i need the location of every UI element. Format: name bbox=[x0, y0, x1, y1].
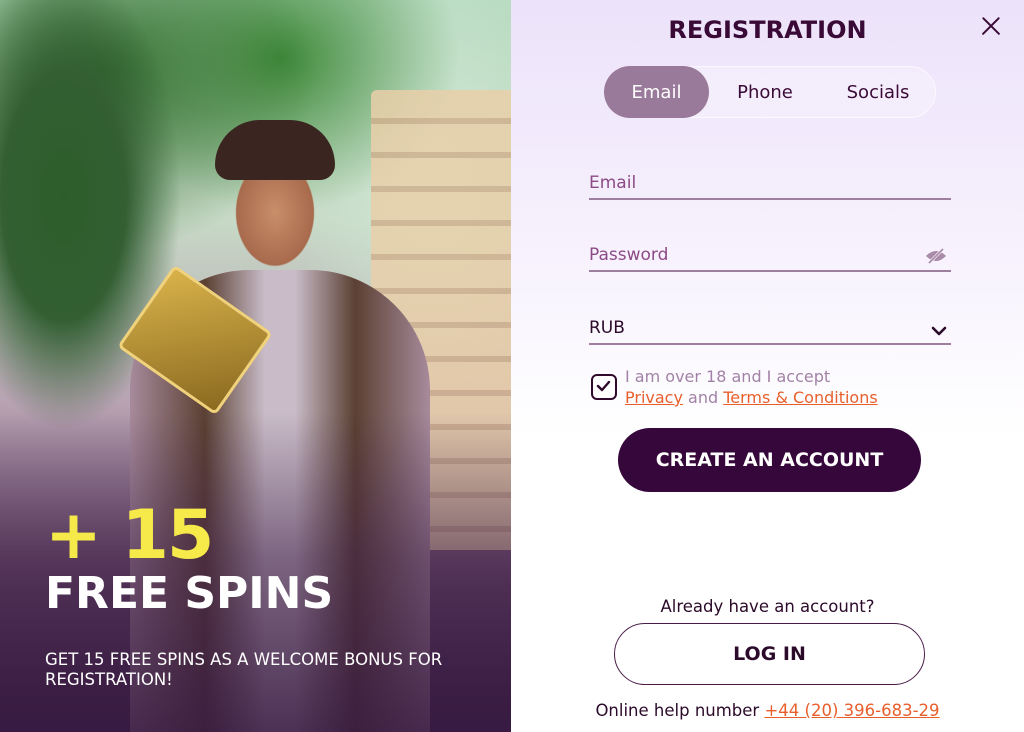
email-field bbox=[589, 164, 951, 200]
password-input[interactable] bbox=[589, 245, 951, 265]
bonus-amount: + 15 bbox=[45, 496, 214, 575]
currency-select[interactable]: RUB bbox=[589, 309, 951, 345]
bonus-description: GET 15 FREE SPINS AS A WELCOME BONUS FOR… bbox=[45, 650, 443, 689]
consent-text: I am over 18 and I accept Privacy and Te… bbox=[625, 367, 878, 407]
eye-slash-icon[interactable] bbox=[925, 247, 947, 265]
log-in-button[interactable]: LOG IN bbox=[614, 623, 925, 685]
help-label: Online help number bbox=[595, 701, 760, 720]
registration-panel: REGISTRATION Email Phone Socials RUB bbox=[511, 0, 1024, 732]
bonus-title: FREE SPINS bbox=[45, 568, 334, 619]
consent-checkbox[interactable] bbox=[591, 374, 617, 400]
password-field bbox=[589, 236, 951, 272]
tab-socials[interactable]: Socials bbox=[821, 66, 935, 118]
close-icon[interactable] bbox=[977, 12, 1005, 40]
registration-method-tabs: Email Phone Socials bbox=[604, 66, 936, 118]
registration-title: REGISTRATION bbox=[668, 16, 867, 44]
promo-banner: + 15 FREE SPINS GET 15 FREE SPINS AS A W… bbox=[0, 0, 511, 732]
help-phone-link[interactable]: +44 (20) 396-683-29 bbox=[764, 701, 939, 720]
chevron-down-icon bbox=[931, 323, 947, 336]
tab-phone[interactable]: Phone bbox=[709, 66, 821, 118]
create-account-button[interactable]: CREATE AN ACCOUNT bbox=[618, 428, 921, 492]
currency-value: RUB bbox=[589, 318, 625, 338]
tab-email[interactable]: Email bbox=[604, 66, 709, 118]
privacy-link[interactable]: Privacy bbox=[625, 388, 683, 407]
terms-link[interactable]: Terms & Conditions bbox=[723, 388, 877, 407]
already-have-account-text: Already have an account? bbox=[660, 597, 875, 616]
online-help: Online help number +44 (20) 396-683-29 bbox=[511, 701, 1024, 720]
email-input[interactable] bbox=[589, 173, 951, 193]
